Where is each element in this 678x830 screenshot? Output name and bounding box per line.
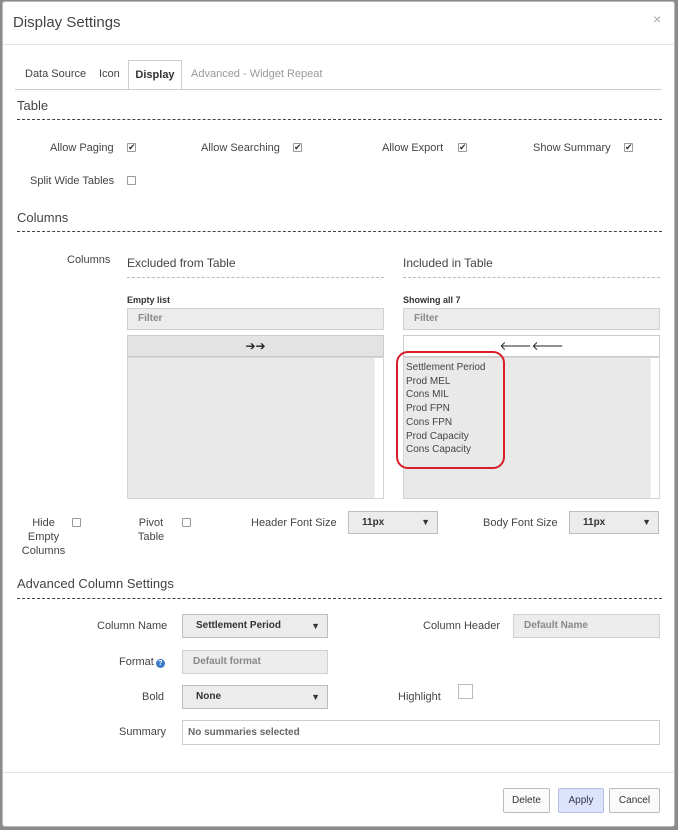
allow-searching-checkbox[interactable]: ✔ [293, 143, 302, 152]
header-font-size-label: Header Font Size [251, 517, 337, 529]
hide-empty-columns-label: Hide Empty Columns [21, 517, 66, 557]
included-list-status: Showing all 7 [403, 295, 461, 305]
allow-paging-label: Allow Paging [50, 142, 114, 154]
included-list-divider [403, 277, 660, 278]
highlight-annotation-ring [396, 351, 505, 469]
dialog-title: Display Settings [13, 14, 121, 31]
tabs-divider [15, 89, 662, 90]
column-name-select[interactable]: Settlement Period ▼ [182, 614, 328, 638]
chevron-down-icon: ▼ [421, 517, 430, 527]
header-divider [3, 44, 674, 45]
included-filter-input[interactable]: Filter [403, 308, 660, 330]
excluded-list-divider [127, 277, 384, 278]
summary-label: Summary [119, 726, 167, 738]
pivot-table-checkbox[interactable] [182, 518, 191, 527]
allow-export-label: Allow Export [382, 142, 444, 154]
bold-label: Bold [142, 691, 165, 703]
columns-section-divider [17, 231, 662, 232]
excluded-list-status: Empty list [127, 295, 171, 305]
allow-searching-label: Allow Searching [201, 142, 280, 154]
summary-select[interactable]: No summaries selected [182, 720, 660, 745]
chevron-down-icon: ▼ [311, 692, 320, 702]
table-section-divider [17, 119, 662, 120]
header-font-size-select[interactable]: 11px ▼ [348, 511, 438, 534]
pivot-table-label: Pivot Table [137, 517, 165, 543]
cancel-button[interactable]: Cancel [609, 788, 660, 813]
table-section-title: Table [17, 98, 49, 113]
highlight-checkbox[interactable] [458, 684, 473, 699]
move-to-included-button[interactable]: ➔➔ [127, 335, 384, 357]
included-list-title: Included in Table [403, 256, 493, 270]
chevron-down-icon: ▼ [642, 517, 651, 527]
tab-data-source[interactable]: Data Source [25, 68, 86, 80]
excluded-filter-input[interactable]: Filter [127, 308, 384, 330]
show-summary-label: Show Summary [533, 142, 611, 154]
columns-label: Columns [67, 254, 111, 266]
allow-paging-checkbox[interactable]: ✔ [127, 143, 136, 152]
tab-advanced-widget-repeat[interactable]: Advanced - Widget Repeat [191, 68, 322, 80]
advanced-settings-title: Advanced Column Settings [17, 576, 174, 591]
tab-display[interactable]: Display [128, 60, 182, 90]
chevron-down-icon: ▼ [311, 621, 320, 631]
show-summary-checkbox[interactable]: ✔ [624, 143, 633, 152]
columns-section-title: Columns [17, 210, 69, 225]
body-font-size-label: Body Font Size [483, 517, 558, 529]
hide-empty-columns-checkbox[interactable] [72, 518, 81, 527]
split-wide-tables-label: Split Wide Tables [30, 175, 115, 187]
split-wide-tables-checkbox[interactable] [127, 176, 136, 185]
help-icon[interactable]: ? [155, 659, 165, 668]
display-settings-dialog: Display Settings × Data Source Icon Disp… [2, 1, 675, 827]
advanced-settings-divider [17, 598, 662, 599]
allow-export-checkbox[interactable]: ✔ [458, 143, 467, 152]
excluded-listbox-scrollbar[interactable] [374, 358, 383, 498]
delete-button[interactable]: Delete [503, 788, 550, 813]
format-input[interactable]: Default format [182, 650, 328, 674]
tab-icon[interactable]: Icon [99, 68, 120, 80]
format-label: Format? [119, 656, 165, 668]
footer-divider [3, 772, 674, 773]
column-header-input[interactable]: Default Name [513, 614, 660, 638]
excluded-listbox[interactable] [127, 357, 384, 499]
highlight-label: Highlight [398, 691, 441, 703]
included-listbox-scrollbar[interactable] [650, 358, 659, 498]
apply-button[interactable]: Apply [558, 788, 604, 813]
column-name-label: Column Name [97, 620, 168, 632]
excluded-list-title: Excluded from Table [127, 256, 236, 270]
close-icon[interactable]: × [653, 11, 661, 27]
column-header-label: Column Header [423, 620, 501, 632]
bold-select[interactable]: None ▼ [182, 685, 328, 709]
body-font-size-select[interactable]: 11px ▼ [569, 511, 659, 534]
